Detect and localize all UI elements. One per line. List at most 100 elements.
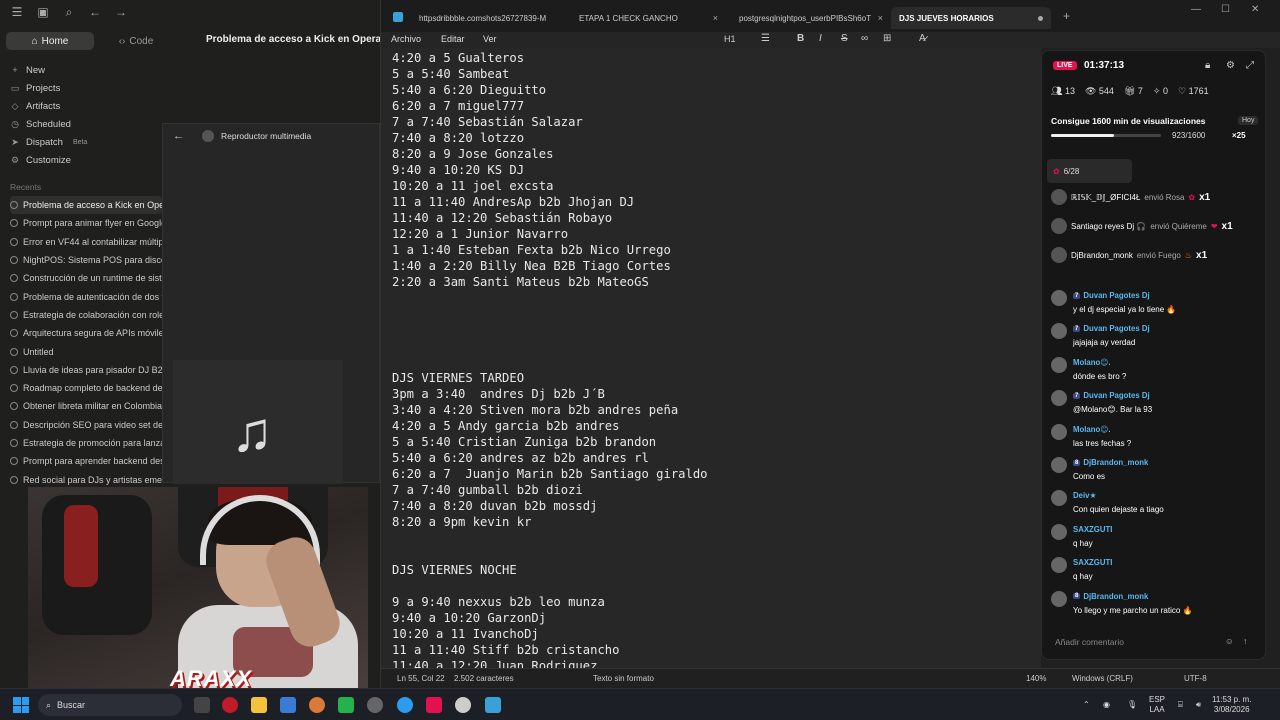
language-indicator[interactable]: ESP LAA xyxy=(1149,695,1165,715)
tiktok-icon[interactable] xyxy=(426,697,442,713)
menu-file[interactable]: Archivo xyxy=(391,34,421,44)
network-icon[interactable]: ⌸ xyxy=(1178,700,1183,710)
chat-username[interactable]: Molano😊. xyxy=(1073,358,1111,367)
recent-item[interactable]: Prompt para animar flyer en Google xyxy=(10,214,162,232)
unsaved-dot-icon[interactable] xyxy=(1038,15,1043,21)
opera-icon[interactable] xyxy=(222,697,238,713)
lock-icon[interactable]: 🔒︎ xyxy=(1205,60,1210,71)
emoji-icon[interactable]: ☺ xyxy=(1225,636,1234,646)
microphone-icon[interactable]: 🎙︎ xyxy=(1127,700,1137,710)
menu-edit[interactable]: Editar xyxy=(441,34,465,44)
sidebar-item-artifacts[interactable]: ◇ Artifacts xyxy=(10,97,87,115)
users-icon: 👥︎ xyxy=(1051,86,1063,96)
chat-username[interactable]: Molano😊. xyxy=(1073,425,1111,434)
comment-input[interactable]: Añadir comentario ☺ ↑ xyxy=(1047,633,1261,653)
encoding[interactable]: UTF-8 xyxy=(1184,674,1207,683)
close-icon[interactable]: × xyxy=(878,13,883,23)
menu-view[interactable]: Ver xyxy=(483,34,497,44)
chat-username[interactable]: 8 DjBrandon_monk xyxy=(1073,592,1148,601)
recent-item[interactable]: Red social para DJs y artistas emergente… xyxy=(10,470,162,488)
menu-icon[interactable]: ☰ xyxy=(10,5,24,20)
recent-item[interactable]: Descripción SEO para video set de DJ xyxy=(10,416,162,434)
app-icon[interactable] xyxy=(367,697,383,713)
claude-icon[interactable] xyxy=(309,697,325,713)
chat-username[interactable]: 7 Duvan Pagotes Dj xyxy=(1073,291,1150,300)
gear-icon[interactable]: ⚙ xyxy=(1226,60,1235,71)
code-tab[interactable]: ‹› Code xyxy=(94,32,178,50)
chat-username[interactable]: Deiv★ xyxy=(1073,491,1096,500)
chat-username[interactable]: SAXZGUTI xyxy=(1073,525,1112,534)
new-tab-icon[interactable]: + xyxy=(1063,9,1070,23)
conversation-title[interactable]: Problema de acceso a Kick en Opera ⌄ xyxy=(206,34,392,45)
file-explorer-icon[interactable] xyxy=(251,697,267,713)
tab-etapa[interactable]: ETAPA 1 CHECK GANCHO × xyxy=(571,7,726,29)
task-view-icon[interactable] xyxy=(194,697,210,713)
back-arrow-icon[interactable]: ← xyxy=(88,5,102,20)
recent-item[interactable]: Error en VF44 al contabilizar múltiples xyxy=(10,233,162,251)
table-icon[interactable]: ⊞ xyxy=(883,33,891,44)
recent-item[interactable]: Arquitectura segura de APIs móviles xyxy=(10,324,162,342)
recent-item[interactable]: Problema de acceso a Kick en Opera xyxy=(10,196,162,215)
sidebar-item-dispatch[interactable]: ➤ Dispatch Beta xyxy=(10,133,87,151)
chat-username[interactable]: 7 Duvan Pagotes Dj xyxy=(1073,324,1150,333)
tab-dribbble[interactable]: httpsdribbble.comshots26727839-M xyxy=(411,7,575,29)
clear-format-icon[interactable]: A̷ xyxy=(919,33,926,44)
recent-item[interactable]: Estrategia de promoción para lanzamiento xyxy=(10,434,162,452)
chat-username[interactable]: SAXZGUTI xyxy=(1073,558,1112,567)
store-icon[interactable] xyxy=(280,697,296,713)
sidebar-item-new[interactable]: + New xyxy=(10,61,87,79)
text-editor[interactable]: 4:20 a 5 Gualteros 5 a 5:40 Sambeat 5:40 a… xyxy=(381,48,1041,668)
recent-item[interactable]: Untitled xyxy=(10,342,162,360)
gift-action: envió Rosa xyxy=(1144,192,1185,202)
recent-item[interactable]: Prompt para aprender backend desde cero xyxy=(10,452,162,470)
kick-icon[interactable] xyxy=(338,697,354,713)
chrome-icon[interactable] xyxy=(397,697,413,713)
search-icon[interactable]: ⌕ xyxy=(62,5,76,20)
popout-icon[interactable]: ⤢ xyxy=(1246,60,1254,71)
italic-icon[interactable]: I xyxy=(819,33,822,44)
tab-djs-jueves[interactable]: DJS JUEVES HORARIOS xyxy=(891,7,1051,29)
recent-item[interactable]: Construcción de un runtime de sistema xyxy=(10,269,162,287)
bold-icon[interactable]: B xyxy=(797,33,804,44)
sidebar-item-scheduled[interactable]: ◷ Scheduled xyxy=(10,115,87,133)
maximize-icon[interactable]: ☐ xyxy=(1221,4,1230,15)
send-icon[interactable]: ↑ xyxy=(1243,636,1247,646)
line-ending[interactable]: Windows (CRLF) xyxy=(1072,674,1133,683)
sidebar-item-projects[interactable]: ▭ Projects xyxy=(10,79,87,97)
tab-postgres[interactable]: postgresqlnightpos_userbPIBsSh6oT × xyxy=(731,7,891,29)
recent-item[interactable]: Estrategia de colaboración con roles xyxy=(10,306,162,324)
tray-app-icon[interactable]: ◉ xyxy=(1103,700,1110,710)
recent-item[interactable]: Roadmap completo de backend developer xyxy=(10,379,162,397)
chat-username[interactable]: 7 Duvan Pagotes Dj xyxy=(1073,391,1150,400)
windows-start-icon[interactable] xyxy=(13,697,29,713)
editor-line: 5 a 5:40 Cristian Zuniga b2b brandon xyxy=(392,435,657,449)
chat-username[interactable]: 8 DjBrandon_monk xyxy=(1073,458,1148,467)
minimize-icon[interactable]: — xyxy=(1191,4,1201,15)
heading-select[interactable]: H1 xyxy=(724,34,736,44)
recent-item[interactable]: NightPOS: Sistema POS para discotecas xyxy=(10,251,162,269)
sidebar-item-customize[interactable]: ⚙ Customize xyxy=(10,151,87,169)
taskbar-search[interactable]: ⌕ Buscar xyxy=(38,694,182,716)
chevron-up-icon[interactable]: ⌃ xyxy=(1083,700,1090,710)
media-player-taskbar-icon[interactable] xyxy=(455,697,471,713)
recent-item[interactable]: Obtener libreta militar en Colombia xyxy=(10,397,162,415)
link-icon[interactable]: ∞ xyxy=(861,33,868,44)
home-tab[interactable]: ⌂ Home xyxy=(6,32,94,50)
media-player-title: Reproductor multimedia xyxy=(221,131,312,141)
chat-icon xyxy=(10,219,18,228)
back-arrow-icon[interactable]: ← xyxy=(173,130,184,142)
volume-icon[interactable]: 🔊︎ xyxy=(1196,700,1201,710)
editor-line: 4:20 a 5 Gualteros xyxy=(392,51,525,65)
notepad-taskbar-icon[interactable] xyxy=(485,697,501,713)
recent-item[interactable]: Lluvia de ideas para pisador DJ B2B xyxy=(10,361,162,379)
list-icon[interactable]: ☰ xyxy=(761,33,770,44)
zoom-level[interactable]: 140% xyxy=(1026,674,1046,683)
forward-arrow-icon[interactable]: → xyxy=(114,5,128,20)
close-icon[interactable]: × xyxy=(713,13,718,23)
strikethrough-icon[interactable]: S xyxy=(841,33,848,44)
keyboard-layout: LAA xyxy=(1149,705,1165,714)
sidebar-toggle-icon[interactable]: ▣ xyxy=(36,5,50,20)
close-window-icon[interactable]: ✕ xyxy=(1251,4,1259,15)
recent-item[interactable]: Problema de autenticación de dos factore… xyxy=(10,287,162,305)
clock[interactable]: 11:53 p. m. 3/08/2026 xyxy=(1212,695,1251,715)
